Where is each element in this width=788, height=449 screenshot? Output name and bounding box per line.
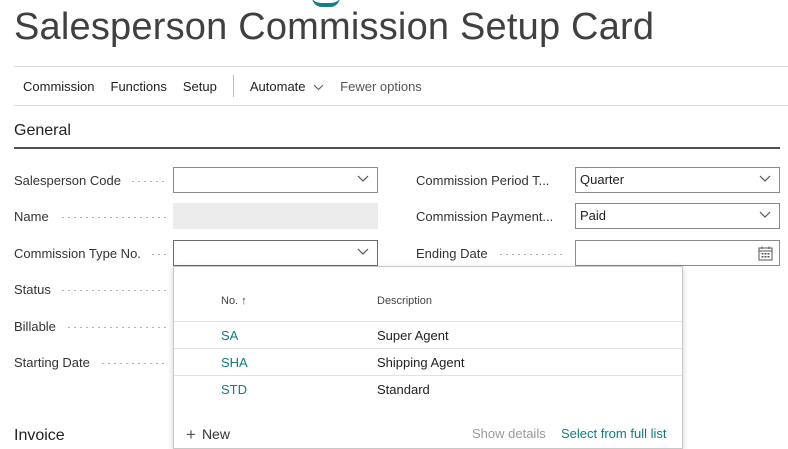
- commission-payment-label: Commission Payment...: [416, 209, 554, 224]
- label-leader-dots: [60, 217, 166, 218]
- chevron-down-icon: [759, 175, 771, 182]
- automate-label: Automate: [249, 78, 306, 94]
- lookup-row[interactable]: SHA Shipping Agent: [174, 348, 682, 375]
- show-details-link[interactable]: Show details: [472, 426, 546, 441]
- label-leader-dots: [130, 181, 166, 182]
- commission-action[interactable]: Commission: [14, 79, 103, 94]
- lookup-footer: + New Show details Select from full list: [174, 422, 682, 446]
- label-leader-dots: [100, 363, 166, 364]
- label-leader-dots: [60, 290, 166, 291]
- ending-date-label: Ending Date: [416, 246, 488, 261]
- lookup-row-description: Super Agent: [377, 328, 449, 343]
- lookup-row-description: Shipping Agent: [377, 355, 465, 370]
- commission-payment-dropdown[interactable]: Paid: [575, 203, 780, 229]
- name-label: Name: [14, 209, 49, 224]
- section-divider: [14, 147, 780, 149]
- chevron-down-icon: [357, 175, 369, 182]
- chevron-down-icon: [357, 248, 369, 255]
- commission-type-no-label: Commission Type No.: [14, 246, 141, 261]
- fewer-options-action[interactable]: Fewer options: [332, 79, 430, 94]
- calendar-icon[interactable]: [758, 246, 773, 261]
- action-bar: Commission Functions Setup Automate Fewe…: [14, 66, 788, 106]
- col-no-header[interactable]: No. ↑: [221, 295, 247, 307]
- billable-label: Billable: [14, 319, 56, 334]
- invoice-section-title[interactable]: Invoice: [14, 427, 65, 445]
- setup-action[interactable]: Setup: [175, 79, 225, 94]
- chevron-down-icon: [313, 84, 324, 90]
- label-leader-dots: [150, 254, 166, 255]
- lookup-row[interactable]: STD Standard: [174, 375, 682, 402]
- new-button[interactable]: + New: [186, 424, 230, 444]
- new-label: New: [201, 426, 230, 442]
- status-label: Status: [14, 282, 51, 297]
- commission-period-dropdown[interactable]: Quarter: [575, 167, 780, 193]
- functions-action[interactable]: Functions: [103, 79, 175, 94]
- lookup-row-no[interactable]: SA: [221, 328, 238, 343]
- select-from-full-list-link[interactable]: Select from full list: [561, 426, 666, 441]
- starting-date-label: Starting Date: [14, 355, 90, 370]
- commission-payment-value: Paid: [580, 208, 607, 223]
- ending-date-field[interactable]: [575, 240, 780, 266]
- commission-period-value: Quarter: [580, 172, 625, 187]
- lookup-row[interactable]: SA Super Agent: [174, 321, 682, 348]
- lookup-row-no[interactable]: SHA: [221, 355, 248, 370]
- label-leader-dots: [498, 254, 566, 255]
- general-section-title[interactable]: General: [14, 122, 71, 140]
- lookup-header: No. ↑ Description: [174, 295, 682, 321]
- chevron-down-icon: [759, 211, 771, 218]
- page-title: Salesperson Commission Setup Card: [14, 6, 655, 48]
- label-leader-dots: [66, 327, 166, 328]
- salesperson-code-dropdown[interactable]: [173, 167, 378, 193]
- col-description-header[interactable]: Description: [377, 295, 432, 307]
- lookup-row-no[interactable]: STD: [221, 382, 247, 397]
- salesperson-code-label: Salesperson Code: [14, 173, 121, 188]
- name-field[interactable]: [173, 203, 378, 229]
- commission-type-lookup: No. ↑ Description SA Super Agent SHA Shi…: [173, 266, 683, 449]
- commission-period-label: Commission Period T...: [416, 173, 550, 188]
- commission-type-no-dropdown[interactable]: [173, 240, 378, 266]
- action-separator: [232, 75, 234, 97]
- automate-action[interactable]: Automate: [242, 79, 332, 94]
- plus-icon: +: [186, 425, 196, 444]
- lookup-row-description: Standard: [377, 382, 430, 397]
